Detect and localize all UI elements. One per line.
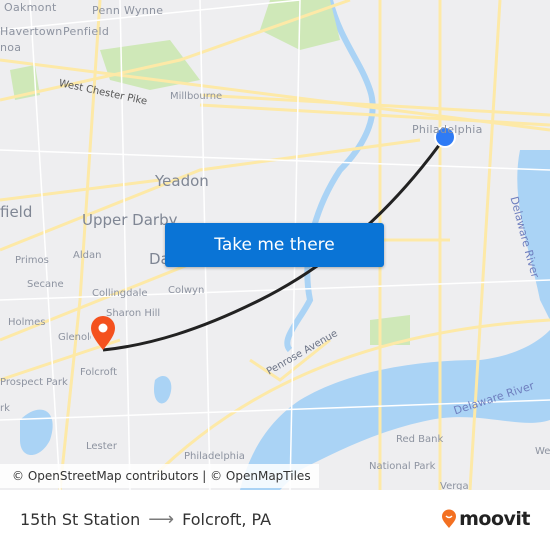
map-label: rk (0, 403, 10, 414)
map-attribution[interactable]: © OpenStreetMap contributors | © OpenMap… (0, 464, 319, 488)
map-label: Philadelphia (184, 451, 245, 462)
map-label: noa (0, 41, 22, 54)
moovit-pin-icon (442, 509, 457, 528)
water-creek (153, 375, 172, 404)
map-label: Aldan (73, 250, 102, 261)
arrow-right-icon: ⟶ (148, 509, 175, 530)
map-label: Havertown (0, 25, 63, 38)
destination-marker (91, 316, 115, 350)
map-label: Yeadon (155, 172, 209, 190)
take-me-there-button[interactable]: Take me there (165, 223, 384, 267)
origin-name: 15th St Station (20, 510, 141, 529)
map-label: Holmes (8, 317, 46, 328)
map-label: Secane (27, 279, 64, 290)
map-label: Prospect Park (0, 377, 68, 388)
map-label: Lester (86, 441, 117, 452)
map-label: Philadelphia (412, 123, 483, 136)
map-label: Colwyn (168, 285, 205, 296)
map-label: Collingdale (92, 288, 148, 299)
water-schuylkill (284, 0, 376, 353)
map-label: We (535, 446, 550, 457)
map-label: Oakmont (4, 1, 57, 14)
map-label: Upper Darby (82, 211, 178, 229)
moovit-logo[interactable]: moovit (441, 508, 530, 530)
map-label: Penfield (63, 25, 110, 38)
map-label: Glenolden (58, 332, 91, 343)
route-title: 15th St Station ⟶ Folcroft, PA (20, 509, 271, 530)
footer: 15th St Station ⟶ Folcroft, PA moovit (0, 490, 550, 550)
moovit-wordmark: moovit (459, 508, 530, 530)
map[interactable]: Oakmont Penn Wynne Havertown Penfield no… (0, 0, 550, 490)
map-label: Millbourne (170, 91, 223, 102)
map-label: National Park (369, 461, 436, 472)
destination-name: Folcroft, PA (182, 510, 272, 529)
map-label: Sharon Hill (106, 308, 161, 319)
map-label: Red Bank (396, 434, 444, 445)
map-label: Penn Wynne (92, 4, 164, 17)
map-label: field (0, 203, 33, 221)
water-bay (20, 409, 53, 455)
map-label: Folcroft (80, 367, 118, 378)
map-label: Verga (440, 481, 469, 490)
map-label: Primos (15, 255, 49, 266)
